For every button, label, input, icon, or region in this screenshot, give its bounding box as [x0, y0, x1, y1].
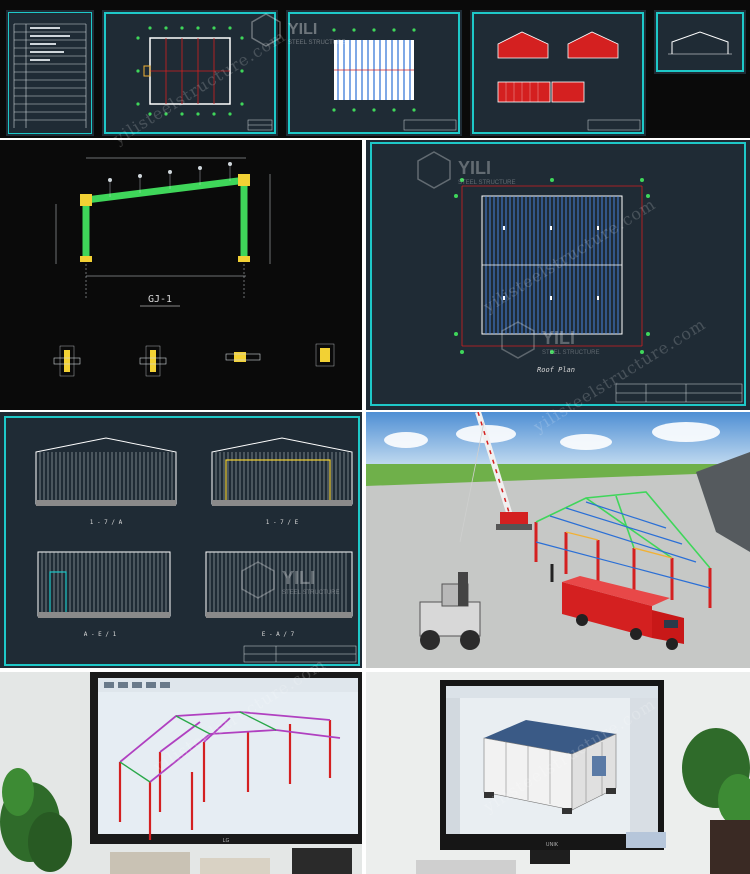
portal-frame-detail: GJ-1: [0, 140, 362, 410]
separator-row2: [0, 410, 750, 412]
separator-column: [362, 140, 366, 874]
construction-scene: [366, 412, 750, 668]
connection-details: [53, 343, 335, 377]
separator-row1: [0, 138, 750, 140]
legend-sheet: [6, 10, 94, 136]
frame-title: GJ-1: [148, 294, 172, 305]
monitor-brand-right: UNIK: [546, 842, 559, 848]
section-sheet: [654, 10, 746, 74]
collage-root: GJ-1 Roof Plan 1 - 7 / A 1 - 7 / E A - E…: [0, 0, 750, 874]
separator-row3: [0, 668, 750, 672]
purlin-plan-sheet: [286, 10, 462, 136]
office-monitor-photo-1: LG: [0, 672, 364, 874]
portal-frame-drawing: GJ-1: [53, 157, 335, 377]
office-monitor-photo-2: UNIK: [366, 672, 750, 874]
monitor-brand-left: LG: [223, 838, 230, 844]
elevation-sheet-small: [470, 10, 646, 136]
floor-plan-sheet: [102, 10, 278, 136]
construction-simulation-render: [366, 412, 750, 668]
monitor-screen: [98, 678, 358, 834]
roof-plan-sheet: Roof Plan: [366, 140, 750, 410]
elevations-sheet: 1 - 7 / A 1 - 7 / E A - E / 1 E - A / 7: [0, 412, 364, 668]
monitor-scene-2: UNIK: [366, 672, 750, 874]
monitor-scene-1: LG: [0, 672, 364, 874]
